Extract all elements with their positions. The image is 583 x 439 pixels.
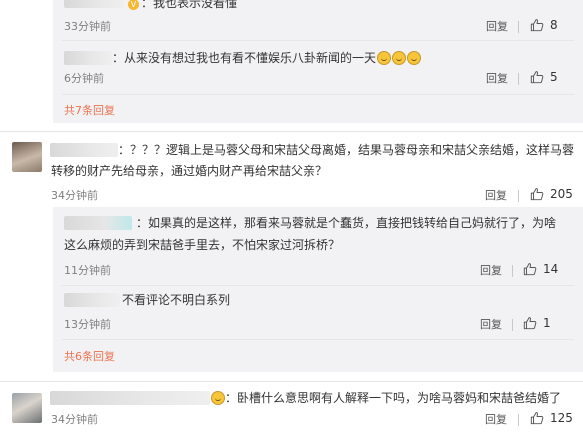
- divider: [62, 285, 574, 286]
- comment-divider: [0, 381, 583, 382]
- thumbs-up-icon: [530, 411, 544, 425]
- thumbs-up-icon: [530, 70, 544, 84]
- comment-divider: [0, 131, 583, 132]
- username-redacted[interactable]: [64, 216, 132, 230]
- laughing-emoji-icon: [211, 391, 225, 405]
- laughing-emoji-icon: [377, 51, 392, 65]
- separator: [512, 265, 513, 277]
- like-button[interactable]: 8: [530, 18, 558, 32]
- username-redacted[interactable]: [50, 391, 210, 405]
- like-button[interactable]: 1: [523, 316, 551, 330]
- comment-timestamp: 34分钟前: [51, 413, 98, 426]
- like-button[interactable]: 14: [523, 262, 558, 276]
- username-redacted[interactable]: [64, 293, 120, 307]
- separator: [518, 414, 519, 426]
- reply-button[interactable]: 回复: [480, 264, 502, 278]
- like-button[interactable]: 5: [530, 70, 558, 84]
- divider: [62, 339, 574, 340]
- reply-text: 不看评论不明白系列: [122, 293, 231, 307]
- thumbs-up-icon: [530, 18, 544, 32]
- username-redacted[interactable]: [64, 51, 112, 65]
- like-count: 14: [543, 262, 559, 276]
- reply-text: ：从来没有想过我也有看不懂娱乐八卦新闻的一天: [112, 50, 422, 66]
- view-more-replies-link[interactable]: 共6条回复: [64, 350, 115, 364]
- reply-text-line2: 这么麻烦的弄到宋喆爸手里去，不怕宋家过河拆桥？: [64, 238, 341, 252]
- reply-button[interactable]: 回复: [485, 189, 507, 203]
- like-count: 1: [543, 316, 551, 330]
- thumbs-up-icon: [530, 187, 544, 201]
- reply-timestamp: 6分钟前: [64, 72, 104, 85]
- comment-text: ：卧槽什么意思啊有人解释一下吗，为啥马蓉妈和宋喆爸结婚了: [210, 390, 561, 406]
- laughing-emoji-icon: [392, 51, 407, 65]
- reply-text-line1: ：如果真的是这样，那看来马蓉就是个蠢货，直接把钱转给自己妈就行了，为啥: [136, 216, 557, 230]
- reply-text: V ：我也表示没看懂: [128, 0, 237, 11]
- avatar[interactable]: [12, 142, 42, 172]
- comment-text-line2: 转移的财产先给母亲，通过婚内财产再给宋喆父亲？: [51, 164, 328, 178]
- reply-button[interactable]: 回复: [486, 20, 508, 34]
- like-count: 205: [550, 187, 573, 201]
- reply-timestamp: 13分钟前: [64, 318, 111, 331]
- vip-badge-icon: V: [128, 0, 139, 10]
- comment-text-line1: ：？？？逻辑上是马蓉父母和宋喆父母离婚，结果马蓉母亲和宋喆父亲结婚，这样马蓉: [118, 143, 575, 157]
- reply-button[interactable]: 回复: [486, 72, 508, 86]
- reply-button[interactable]: 回复: [480, 318, 502, 332]
- separator: [518, 190, 519, 202]
- like-count: 125: [550, 411, 573, 425]
- comment-timestamp: 34分钟前: [51, 189, 98, 202]
- view-more-replies-link[interactable]: 共7条回复: [64, 104, 115, 118]
- reply-timestamp: 33分钟前: [64, 20, 111, 33]
- username-redacted[interactable]: [50, 143, 118, 157]
- like-count: 5: [550, 70, 558, 84]
- avatar[interactable]: [12, 393, 42, 423]
- reply-panel: [53, 207, 583, 372]
- like-button[interactable]: 125: [530, 411, 573, 425]
- like-button[interactable]: 205: [530, 187, 573, 201]
- reply-button[interactable]: 回复: [485, 413, 507, 427]
- divider: [62, 40, 574, 41]
- separator: [518, 21, 519, 33]
- thumbs-up-icon: [523, 262, 537, 276]
- thumbs-up-icon: [523, 316, 537, 330]
- reply-timestamp: 11分钟前: [64, 264, 111, 277]
- like-count: 8: [550, 18, 558, 32]
- laughing-emoji-icon: [407, 51, 422, 65]
- separator: [512, 319, 513, 331]
- separator: [518, 73, 519, 85]
- divider: [62, 94, 574, 95]
- username-redacted[interactable]: [64, 0, 124, 8]
